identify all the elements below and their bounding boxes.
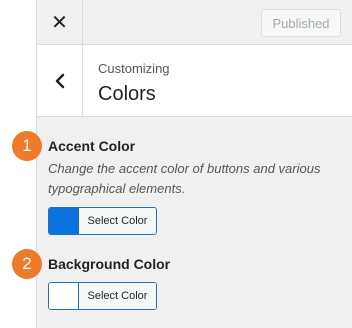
back-button[interactable]	[37, 45, 83, 116]
close-icon: ✕	[51, 11, 68, 34]
select-color-label: Select Color	[79, 208, 156, 234]
published-button[interactable]: Published	[261, 9, 341, 37]
background-color-swatch	[49, 283, 79, 309]
customizer-panel: ✕ Published Customizing Colors Accent Co…	[36, 0, 352, 328]
close-button[interactable]: ✕	[37, 0, 83, 44]
background-color-control: Background Color Select Color	[48, 255, 348, 310]
step-badge-1: 1	[12, 131, 42, 161]
accent-color-description: Change the accent color of buttons and v…	[48, 159, 348, 199]
accent-color-description-line: Change the accent color of buttons and v…	[48, 161, 321, 176]
accent-color-title: Accent Color	[48, 138, 136, 154]
section-header: Customizing Colors	[37, 45, 352, 117]
chevron-left-icon	[55, 73, 64, 88]
section-title: Colors	[98, 83, 156, 105]
accent-color-description-line: typographical elements.	[48, 181, 186, 196]
accent-select-color-button[interactable]: Select Color	[48, 207, 157, 235]
background-color-title: Background Color	[48, 256, 171, 272]
breadcrumb: Customizing	[98, 61, 170, 76]
select-color-label: Select Color	[79, 283, 156, 309]
accent-color-swatch	[49, 208, 79, 234]
accent-color-control: Accent Color Change the accent color of …	[48, 137, 348, 235]
customizer-header: ✕ Published	[37, 0, 352, 45]
step-badge-2: 2	[12, 249, 42, 279]
background-select-color-button[interactable]: Select Color	[48, 282, 157, 310]
